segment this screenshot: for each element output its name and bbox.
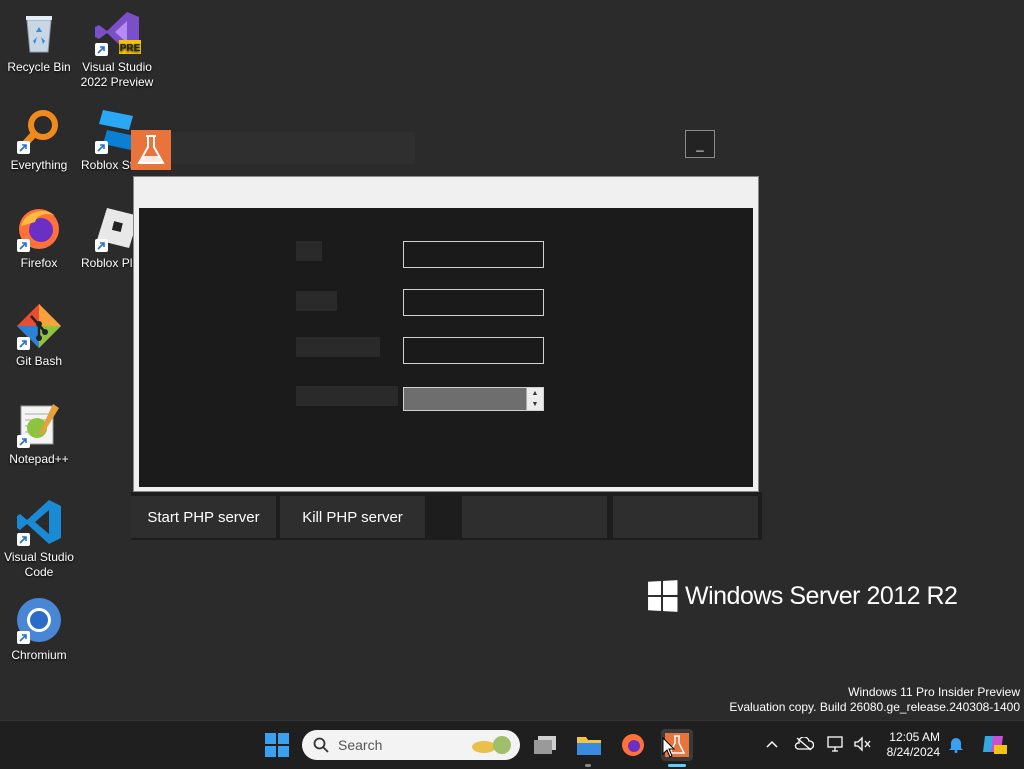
desktop-icon-notepad-plus-plus[interactable]: Notepad++ (1, 400, 77, 467)
empty-button-2[interactable] (613, 496, 758, 538)
clock-date: 8/24/2024 (886, 745, 940, 759)
chevron-up-icon[interactable]: ▲ (527, 388, 543, 399)
desktop-icon-visual-studio[interactable]: PRE Visual Studio 2022 Preview (79, 8, 155, 90)
shortcut-arrow-icon (95, 239, 108, 252)
desktop-icon-firefox[interactable]: Firefox (1, 204, 77, 271)
desktop-icon-label: Recycle Bin (7, 60, 71, 74)
shortcut-arrow-icon (95, 141, 108, 154)
taskbar: Search 12:05 AM 8/24/2024 (0, 720, 1024, 769)
search-icon (313, 737, 329, 753)
taskbar-search[interactable]: Search (302, 730, 520, 760)
server-branding: Windows Server 2012 R2 (647, 580, 958, 612)
desktop-icon-label: Visual Studio 2022 Preview (80, 60, 154, 89)
empty-button-1[interactable] (462, 496, 607, 538)
firefox-icon (622, 734, 644, 756)
network-icon (827, 736, 843, 752)
svg-text:PRE: PRE (120, 43, 141, 54)
taskbar-clock[interactable]: 12:05 AM 8/24/2024 (878, 730, 940, 760)
shortcut-arrow-icon (17, 239, 30, 252)
app-flask-icon[interactable] (131, 130, 171, 170)
minimize-button[interactable]: _ (685, 130, 715, 158)
copilot-button[interactable] (980, 732, 1008, 756)
desktop-icon-label: Visual Studio Code (4, 550, 74, 579)
search-highlight-icon (472, 736, 511, 754)
stepper-buttons[interactable]: ▲ ▼ (526, 388, 543, 410)
windows-start-icon (265, 733, 289, 757)
desktop-icon-label: Chromium (11, 648, 67, 662)
settings-input-3[interactable] (403, 337, 544, 364)
chromium-icon (15, 596, 63, 644)
desktop-icon-label: Notepad++ (9, 452, 69, 466)
file-explorer-button[interactable] (573, 729, 605, 761)
notepad-plus-plus-icon (15, 400, 63, 448)
evaluation-watermark: Windows 11 Pro Insider Preview Evaluatio… (729, 685, 1020, 715)
field-label-2 (296, 291, 337, 311)
desktop-icon-everything[interactable]: Everything (1, 106, 77, 173)
recycle-bin-icon (15, 8, 63, 56)
folder-icon (577, 737, 601, 755)
bell-icon (949, 738, 963, 753)
task-view-icon (534, 736, 556, 754)
shortcut-arrow-icon (17, 435, 30, 448)
watermark-line-2: Evaluation copy. Build 26080.ge_release.… (729, 700, 1020, 714)
visual-studio-icon: PRE (93, 8, 141, 56)
everything-search-icon (15, 106, 63, 154)
running-indicator (585, 764, 591, 767)
cloud-offline-icon (794, 737, 814, 751)
shortcut-arrow-icon (17, 631, 30, 644)
search-placeholder: Search (338, 737, 383, 753)
volume-muted-icon (854, 736, 871, 752)
clock-time: 12:05 AM (889, 730, 940, 744)
onedrive-tray[interactable] (792, 732, 816, 756)
windows-logo-icon (648, 580, 678, 612)
kill-php-server-button[interactable]: Kill PHP server (280, 496, 425, 538)
desktop-icon-recycle-bin[interactable]: Recycle Bin (1, 8, 77, 75)
desktop-icon-git-bash[interactable]: Git Bash (1, 302, 77, 369)
chevron-up-icon (766, 740, 778, 748)
firefox-icon (15, 204, 63, 252)
desktop-icon-chromium[interactable]: Chromium (1, 596, 77, 663)
notifications-button[interactable] (944, 732, 968, 756)
volume-tray[interactable] (850, 732, 874, 756)
git-bash-icon (15, 302, 63, 350)
active-app-indicator (668, 764, 686, 767)
field-label-3 (296, 337, 380, 357)
start-php-server-button[interactable]: Start PHP server (131, 496, 276, 538)
field-label-4 (296, 386, 398, 406)
server-branding-text: Windows Server 2012 R2 (685, 581, 958, 610)
chevron-down-icon[interactable]: ▼ (527, 399, 543, 410)
desktop-icon-label: Firefox (20, 256, 58, 270)
shortcut-arrow-icon (17, 533, 30, 546)
show-hidden-icons-button[interactable] (760, 732, 784, 756)
shortcut-arrow-icon (17, 141, 30, 154)
firefox-taskbar-button[interactable] (617, 729, 649, 761)
desktop-icon-label: Git Bash (15, 354, 63, 368)
copilot-icon (983, 736, 1007, 754)
field-label-1 (296, 241, 322, 261)
settings-input-2[interactable] (403, 289, 544, 316)
task-view-button[interactable] (529, 729, 561, 761)
start-button[interactable] (261, 729, 293, 761)
mouse-cursor-icon (662, 737, 676, 758)
shortcut-arrow-icon (95, 43, 108, 56)
network-tray[interactable] (824, 732, 848, 756)
settings-input-1[interactable] (403, 241, 544, 268)
desktop-icon-label: Everything (10, 158, 68, 172)
number-stepper[interactable]: ▲ ▼ (403, 387, 544, 411)
vscode-icon (15, 498, 63, 546)
app-title-bar[interactable] (171, 132, 415, 164)
desktop-icon-vscode[interactable]: Visual Studio Code (1, 498, 77, 580)
watermark-line-1: Windows 11 Pro Insider Preview (848, 685, 1020, 699)
shortcut-arrow-icon (17, 337, 30, 350)
